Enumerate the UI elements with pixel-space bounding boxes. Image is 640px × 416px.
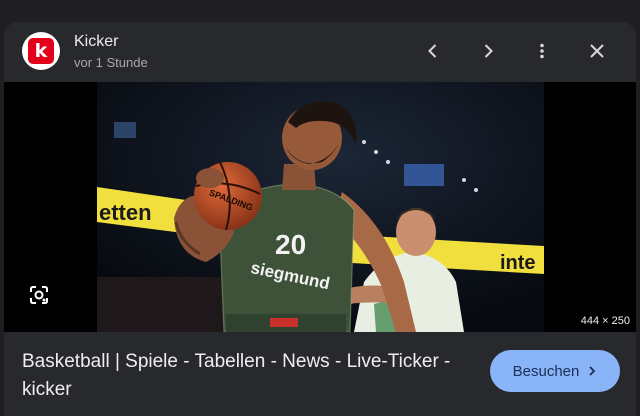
lens-icon (30, 286, 48, 304)
preview-image[interactable]: etten inte 20 siegmund SPALDING 444 × 25… (4, 82, 636, 332)
more-options-button[interactable] (525, 34, 559, 68)
image-preview-card: k Kicker vor 1 Stunde etten inte 20 sieg… (4, 22, 636, 416)
basketball-photo: etten inte 20 siegmund SPALDING (4, 82, 636, 332)
lens-search-button[interactable] (28, 284, 56, 312)
source-name[interactable]: Kicker (74, 33, 118, 51)
kicker-logo[interactable]: k (22, 32, 60, 70)
kicker-logo-icon: k (28, 38, 54, 64)
visit-button-label: Besuchen (512, 362, 580, 380)
preview-header: k Kicker vor 1 Stunde (4, 22, 636, 82)
visit-button[interactable]: Besuchen (490, 350, 620, 392)
next-button[interactable] (471, 34, 505, 68)
chevron-right-small-icon (589, 366, 596, 376)
source-time: vor 1 Stunde (74, 55, 148, 70)
banner-left-text: etten (99, 200, 152, 225)
top-strip (0, 0, 640, 22)
previous-button[interactable] (416, 34, 450, 68)
banner-right-text: inte (500, 252, 536, 274)
image-dimensions: 444 × 250 (580, 315, 630, 327)
result-title[interactable]: Basketball | Spiele - Tabellen - News - … (22, 348, 477, 404)
close-button[interactable] (580, 34, 614, 68)
jersey-number: 20 (275, 229, 306, 260)
more-vert-icon (540, 43, 544, 59)
chevron-left-icon (428, 44, 437, 58)
close-icon (590, 44, 604, 58)
chevron-right-icon (484, 44, 493, 58)
